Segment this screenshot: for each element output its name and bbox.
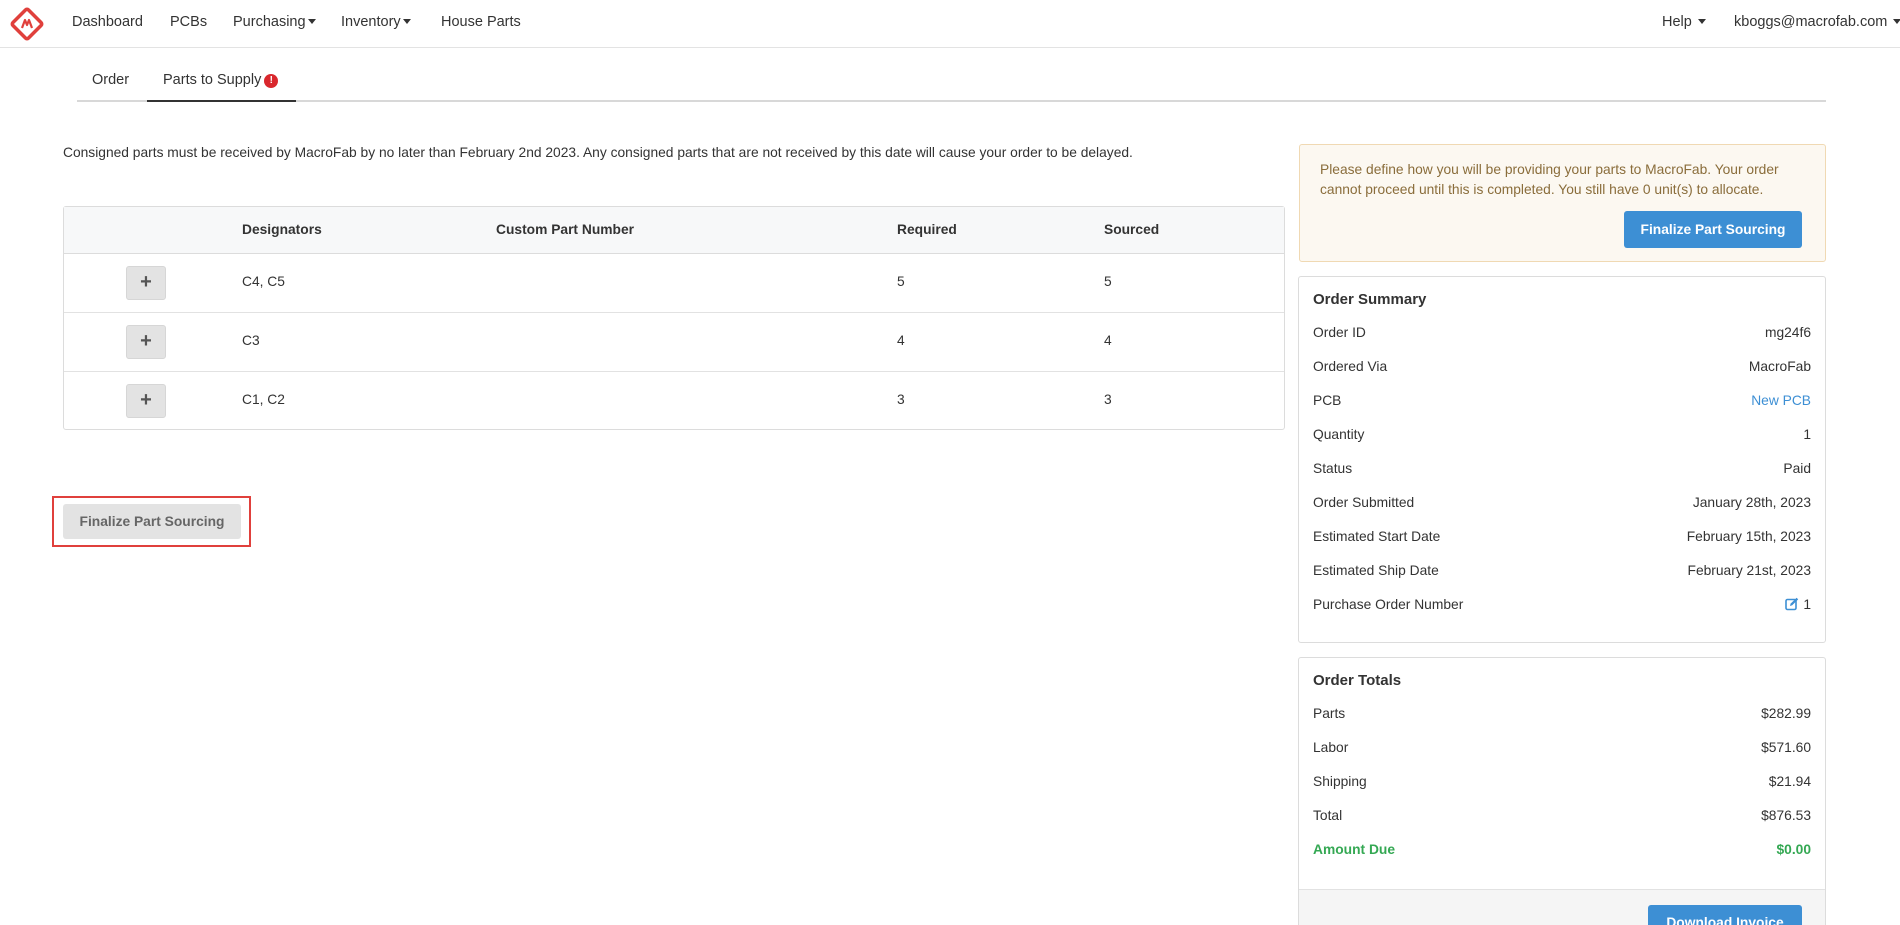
parts-table: Designators Custom Part Number Required … (63, 206, 1285, 430)
column-required: Required (897, 222, 957, 237)
amount-due-value: $0.00 (1776, 842, 1811, 857)
tab-order[interactable]: Order (92, 62, 129, 102)
summary-value: 1 (1803, 427, 1811, 442)
summary-value: mg24f6 (1764, 325, 1811, 340)
purchase-order-number: 1 (1803, 597, 1811, 612)
top-navbar: Dashboard PCBs Purchasing Inventory Hous… (0, 0, 1900, 48)
table-row: + C1, C2 3 3 (64, 372, 1284, 431)
totals-value: $876.53 (1761, 808, 1811, 823)
nav-house-parts[interactable]: House Parts (441, 14, 521, 30)
tab-parts-to-supply-label: Parts to Supply (163, 72, 262, 88)
summary-label: Estimated Start Date (1313, 529, 1441, 544)
edit-icon[interactable] (1785, 597, 1799, 611)
summary-row-estimated-ship-date: Estimated Ship Date February 21st, 2023 (1313, 563, 1811, 585)
expand-row-button[interactable]: + (126, 266, 166, 300)
sourced-cell: 4 (1104, 333, 1112, 348)
summary-row-order-id: Order ID mg24f6 (1313, 325, 1811, 347)
user-email: kboggs@macrofab.com (1734, 14, 1888, 30)
designators-cell: C1, C2 (242, 392, 285, 407)
user-menu[interactable]: kboggs@macrofab.com (1734, 14, 1900, 30)
chevron-down-icon (307, 18, 316, 24)
totals-value: $21.94 (1768, 774, 1811, 789)
sourced-cell: 3 (1104, 392, 1112, 407)
finalize-part-sourcing-button[interactable]: Finalize Part Sourcing (63, 504, 241, 539)
summary-row-order-submitted: Order Submitted January 28th, 2023 (1313, 495, 1811, 517)
totals-row-labor: Labor $571.60 (1313, 740, 1811, 762)
summary-label: Order ID (1313, 325, 1366, 340)
nav-help[interactable]: Help (1662, 14, 1706, 30)
summary-label: Ordered Via (1313, 359, 1388, 374)
required-cell: 4 (897, 333, 905, 348)
order-totals-panel: Order Totals Parts $282.99 Labor $571.60… (1298, 657, 1826, 925)
nav-purchasing[interactable]: Purchasing (233, 14, 316, 30)
nav-inventory-label: Inventory (341, 14, 401, 30)
summary-row-purchase-order-number: Purchase Order Number 1 (1313, 597, 1811, 619)
required-cell: 5 (897, 274, 905, 289)
summary-value: January 28th, 2023 (1692, 495, 1811, 510)
summary-label: Quantity (1313, 427, 1365, 442)
finalize-part-sourcing-primary-button[interactable]: Finalize Part Sourcing (1624, 211, 1802, 248)
nav-pcbs[interactable]: PCBs (170, 14, 207, 30)
nav-dashboard[interactable]: Dashboard (72, 14, 143, 30)
totals-label: Parts (1313, 706, 1346, 721)
download-invoice-button[interactable]: Download Invoice (1648, 905, 1802, 925)
nav-inventory[interactable]: Inventory (341, 14, 411, 30)
table-header: Designators Custom Part Number Required … (64, 207, 1284, 254)
summary-label: PCB (1313, 393, 1342, 408)
chevron-down-icon (1893, 18, 1900, 24)
column-designators: Designators (242, 222, 322, 237)
sourcing-warning-text: Please define how you will be providing … (1320, 162, 1779, 197)
pcb-link[interactable]: New PCB (1751, 393, 1811, 408)
amount-due-label: Amount Due (1313, 842, 1396, 857)
totals-value: $282.99 (1761, 706, 1811, 721)
summary-value-po: 1 (1785, 597, 1811, 612)
nav-purchasing-label: Purchasing (233, 14, 306, 30)
tab-order-label: Order (92, 72, 130, 88)
totals-row-amount-due: Amount Due $0.00 (1313, 842, 1811, 864)
macrofab-logo-icon[interactable] (10, 7, 44, 41)
designators-cell: C4, C5 (242, 274, 285, 289)
required-cell: 3 (897, 392, 905, 407)
summary-value: February 21st, 2023 (1687, 563, 1811, 578)
chevron-down-icon (1697, 18, 1706, 24)
order-summary-panel: Order Summary Order ID mg24f6 Ordered Vi… (1298, 276, 1826, 643)
summary-row-estimated-start-date: Estimated Start Date February 15th, 2023 (1313, 529, 1811, 551)
order-totals-footer: Download Invoice (1299, 889, 1825, 925)
summary-row-status: Status Paid (1313, 461, 1811, 483)
summary-label: Purchase Order Number (1313, 597, 1464, 612)
totals-row-parts: Parts $282.99 (1313, 706, 1811, 728)
summary-label: Estimated Ship Date (1313, 563, 1439, 578)
order-summary-title: Order Summary (1313, 291, 1427, 308)
totals-label: Labor (1313, 740, 1349, 755)
summary-row-quantity: Quantity 1 (1313, 427, 1811, 449)
summary-row-ordered-via: Ordered Via MacroFab (1313, 359, 1811, 381)
summary-value: MacroFab (1748, 359, 1811, 374)
summary-label: Status (1313, 461, 1353, 476)
totals-row-shipping: Shipping $21.94 (1313, 774, 1811, 796)
table-row: + C4, C5 5 5 (64, 254, 1284, 313)
sourced-cell: 5 (1104, 274, 1112, 289)
chevron-down-icon (402, 18, 411, 24)
totals-label: Shipping (1313, 774, 1367, 789)
designators-cell: C3 (242, 333, 260, 348)
column-custom-part-number: Custom Part Number (496, 222, 634, 237)
column-sourced: Sourced (1104, 222, 1160, 237)
totals-value: $571.60 (1761, 740, 1811, 755)
order-tabs: Order Parts to Supply! (77, 62, 1826, 102)
summary-value: February 15th, 2023 (1686, 529, 1811, 544)
expand-row-button[interactable]: + (126, 325, 166, 359)
totals-row-total: Total $876.53 (1313, 808, 1811, 830)
totals-label: Total (1313, 808, 1343, 823)
summary-row-pcb: PCB New PCB (1313, 393, 1811, 415)
summary-label: Order Submitted (1313, 495, 1415, 510)
alert-icon: ! (264, 74, 279, 88)
order-totals-title: Order Totals (1313, 672, 1402, 689)
consignment-notice: Consigned parts must be received by Macr… (63, 145, 1133, 160)
tab-parts-to-supply[interactable]: Parts to Supply! (147, 62, 296, 102)
summary-value: Paid (1783, 461, 1811, 476)
sourcing-warning: Please define how you will be providing … (1299, 144, 1826, 262)
expand-row-button[interactable]: + (126, 384, 166, 418)
nav-help-label: Help (1662, 14, 1692, 30)
table-row: + C3 4 4 (64, 313, 1284, 372)
